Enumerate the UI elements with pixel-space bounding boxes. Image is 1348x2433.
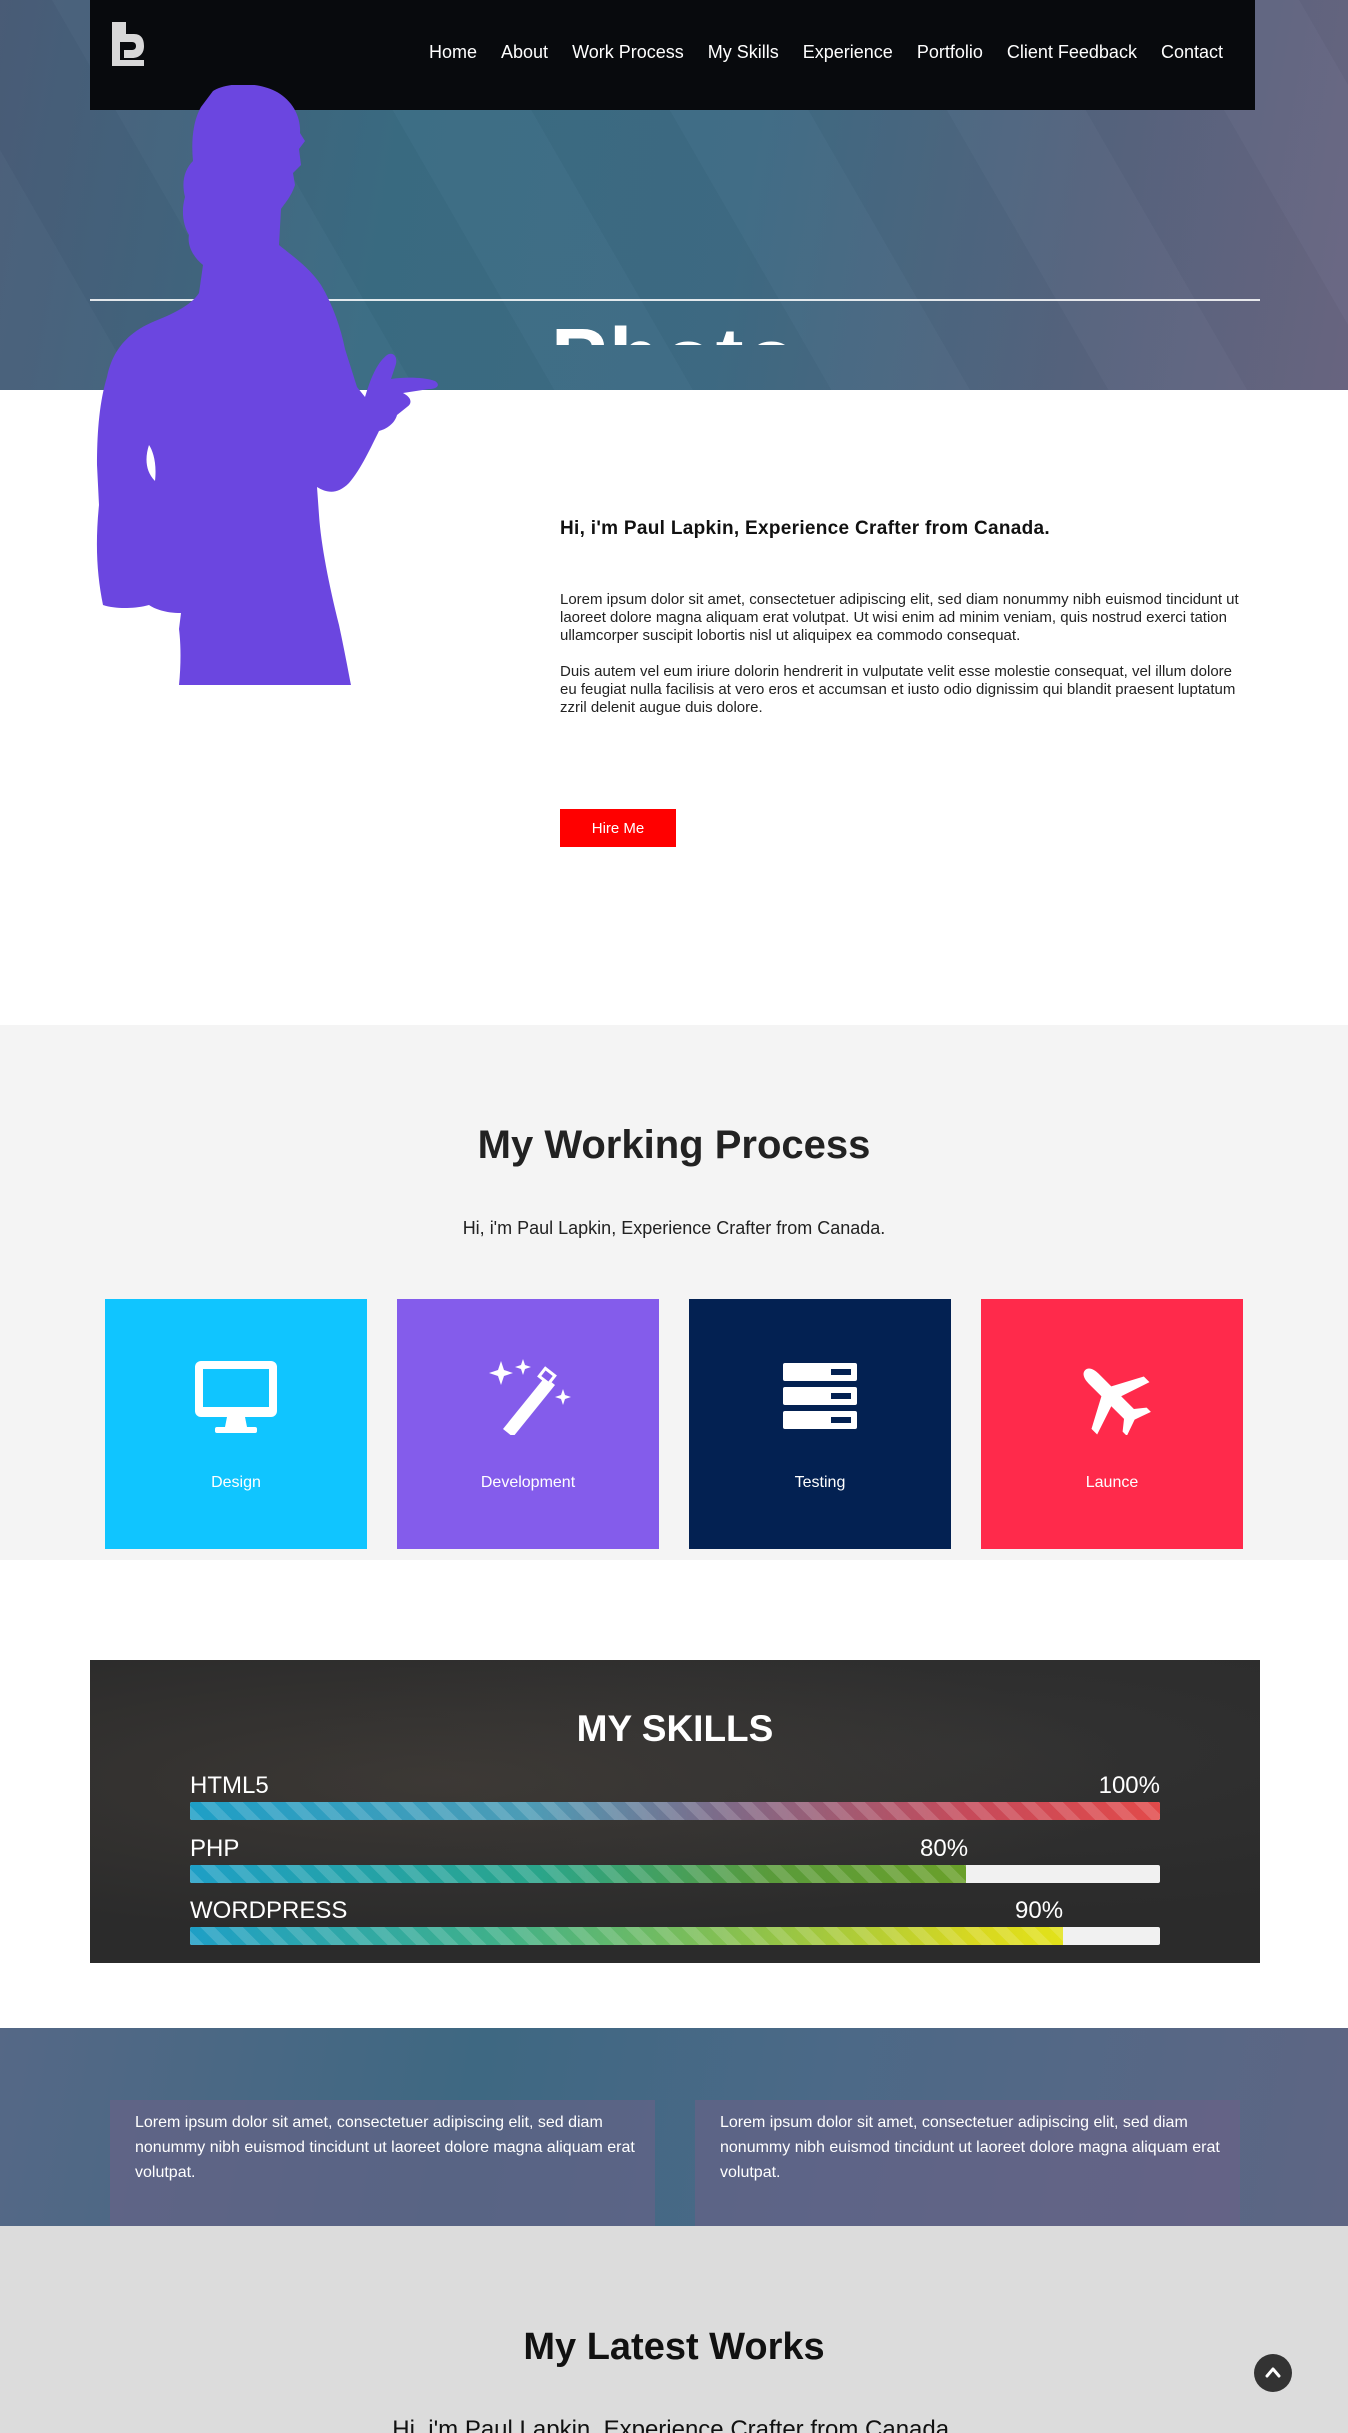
- process-card-label: Development: [480, 1474, 576, 1491]
- nav-portfolio[interactable]: Portfolio: [917, 42, 983, 63]
- skills-section: MY SKILLS HTML5 100% PHP 80% WORDPRESS 9…: [90, 1660, 1260, 1963]
- skill-percent: 80%: [920, 1835, 969, 1862]
- skill-bar: [190, 1802, 1160, 1820]
- chevron-up-icon: [1265, 2367, 1281, 2378]
- p-logo-icon[interactable]: [110, 20, 146, 68]
- process-card-development[interactable]: Development: [397, 1299, 659, 1549]
- process-subtitle: Hi, i'm Paul Lapkin, Experience Crafter …: [462, 1218, 886, 1238]
- latest-works-section: My Latest Works Hi, i'm Paul Lapkin, Exp…: [0, 2226, 1348, 2433]
- hire-me-button[interactable]: Hire Me: [560, 809, 676, 847]
- about-paragraph-1: Lorem ipsum dolor sit amet, consectetuer…: [560, 591, 1239, 644]
- process-title: My Working Process: [477, 1123, 871, 1167]
- nav-home[interactable]: Home: [429, 42, 477, 63]
- nav-client-feedback[interactable]: Client Feedback: [1007, 42, 1137, 63]
- works-subtitle: Hi, i'm Paul Lapkin, Experience Crafter …: [392, 2416, 956, 2433]
- main-nav: Home About Work Process My Skills Experi…: [405, 42, 1223, 63]
- skill-name: PHP: [190, 1835, 240, 1862]
- skill-name: HTML5: [190, 1772, 269, 1799]
- skill-bar-fill: [190, 1865, 966, 1883]
- skill-bar: [190, 1865, 1160, 1883]
- back-to-top-button[interactable]: [1254, 2354, 1292, 2392]
- feedback-card: Lorem ipsum dolor sit amet, consectetuer…: [695, 2100, 1240, 2226]
- nav-experience[interactable]: Experience: [803, 42, 893, 63]
- skill-percent: 90%: [1015, 1897, 1064, 1924]
- client-feedback-section: Lorem ipsum dolor sit amet, consectetuer…: [0, 2028, 1348, 2226]
- skill-bar-fill: [190, 1927, 1063, 1945]
- about-paragraph-2: Duis autem vel eum iriure dolorin hendre…: [560, 663, 1236, 716]
- process-card-label: Launce: [1085, 1474, 1139, 1491]
- server-icon: [783, 1363, 857, 1429]
- nav-my-skills[interactable]: My Skills: [708, 42, 779, 63]
- skills-title: MY SKILLS: [576, 1708, 774, 1749]
- nav-work-process[interactable]: Work Process: [572, 42, 684, 63]
- nav-contact[interactable]: Contact: [1161, 42, 1223, 63]
- working-process-section: My Working Process Hi, i'm Paul Lapkin, …: [0, 1025, 1348, 1560]
- works-title: My Latest Works: [523, 2326, 825, 2368]
- feedback-card: Lorem ipsum dolor sit amet, consectetuer…: [110, 2100, 655, 2226]
- process-card-label: Testing: [794, 1474, 846, 1491]
- process-card-launce[interactable]: Launce: [981, 1299, 1243, 1549]
- skill-bar-fill: [190, 1802, 1160, 1820]
- monitor-icon: [195, 1361, 277, 1433]
- feedback-text: Lorem ipsum dolor sit amet, consectetuer…: [720, 2114, 1220, 2181]
- feedback-text: Lorem ipsum dolor sit amet, consectetuer…: [135, 2114, 635, 2181]
- about-title: Hi, i'm Paul Lapkin, Experience Crafter …: [560, 518, 1050, 539]
- process-card-design[interactable]: Design: [105, 1299, 367, 1549]
- nav-about[interactable]: About: [501, 42, 548, 63]
- skill-bar: [190, 1927, 1160, 1945]
- skill-percent: 100%: [1098, 1772, 1160, 1799]
- skill-name: WORDPRESS: [190, 1897, 348, 1924]
- magic-wand-icon: [489, 1359, 571, 1435]
- process-card-testing[interactable]: Testing: [689, 1299, 951, 1549]
- process-card-label: Design: [211, 1474, 261, 1491]
- airplane-icon: [1083, 1368, 1151, 1435]
- person-silhouette-image: [96, 85, 438, 685]
